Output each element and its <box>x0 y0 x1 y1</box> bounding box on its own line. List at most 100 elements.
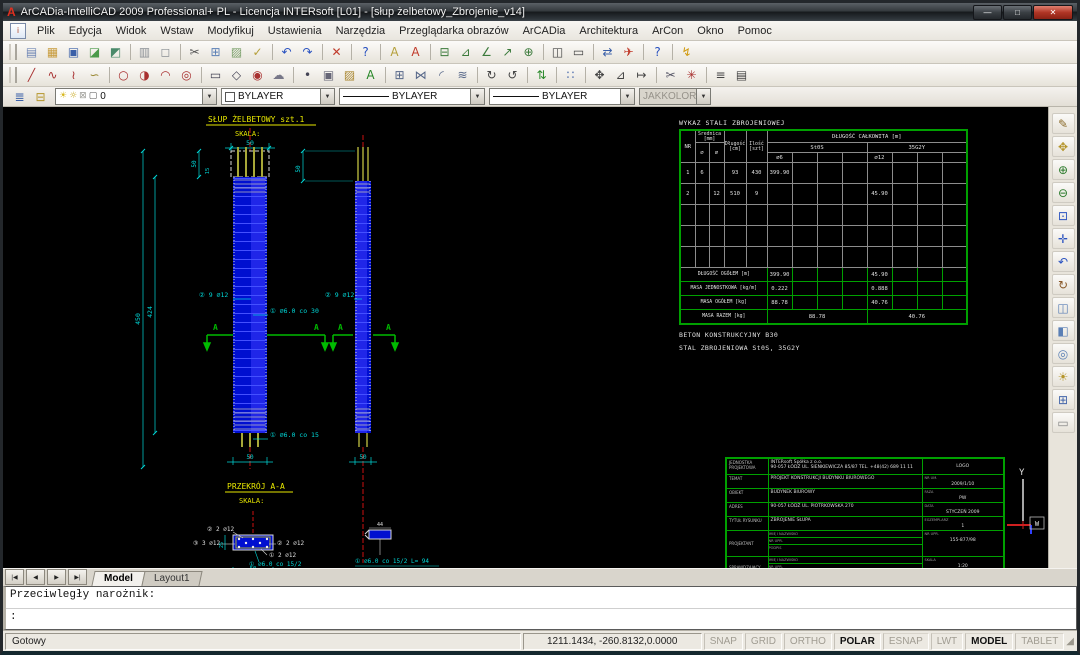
draw-arc-button[interactable]: ◠ <box>155 65 176 85</box>
pan-button[interactable]: ✛ <box>1052 228 1075 249</box>
draw-text-button[interactable]: A <box>360 65 381 85</box>
draw-spline-button[interactable]: ≀ <box>63 65 84 85</box>
toggle-tablet[interactable]: TABLET <box>1015 633 1064 650</box>
tab-prev-button[interactable]: ◀ <box>26 569 45 585</box>
menu-item[interactable]: Narzędzia <box>329 23 393 39</box>
dim-center-button[interactable]: ⊕ <box>518 42 539 62</box>
mod-explode-button[interactable]: ✳ <box>681 65 702 85</box>
export-button[interactable]: ◪ <box>84 42 105 62</box>
menu-item[interactable]: Ustawienia <box>261 23 329 39</box>
plot-button[interactable]: ▥ <box>134 42 155 62</box>
menu-item[interactable]: Przeglądarka obrazów <box>392 23 515 39</box>
undo-button[interactable]: ↶ <box>276 42 297 62</box>
properties-button[interactable]: ≡ <box>710 65 731 85</box>
erase-button[interactable]: ✕ <box>326 42 347 62</box>
document-icon[interactable]: i <box>10 23 26 39</box>
toggle-esnap[interactable]: ESNAP <box>883 633 929 650</box>
layout-tab[interactable]: Layout1 <box>141 571 202 586</box>
draw-hatch-button[interactable]: ▨ <box>339 65 360 85</box>
lineweight-combo[interactable]: BYLAYER ▼ <box>489 88 635 105</box>
dim-aligned-button[interactable]: ⊿ <box>455 42 476 62</box>
close-button[interactable]: ✕ <box>1033 5 1073 20</box>
mod-fillet-button[interactable]: ◜ <box>431 65 452 85</box>
draw-point-button[interactable]: • <box>297 65 318 85</box>
command-window[interactable]: Przeciwległy narożnik: : <box>3 586 1077 630</box>
draw-region-button[interactable]: ▣ <box>318 65 339 85</box>
mod-move-button[interactable]: ✥ <box>589 65 610 85</box>
cut-button[interactable]: ✂ <box>184 42 205 62</box>
command-input[interactable]: : <box>6 609 1076 630</box>
text-style-button[interactable]: A <box>384 42 405 62</box>
menu-item[interactable]: ArCon <box>645 23 690 39</box>
chevron-down-icon[interactable]: ▼ <box>470 89 484 104</box>
draw-circle-button[interactable]: ○ <box>113 65 134 85</box>
menu-item[interactable]: Modyfikuj <box>200 23 260 39</box>
mod-array-button[interactable]: ∷ <box>560 65 581 85</box>
menu-item[interactable]: Wstaw <box>153 23 200 39</box>
menu-item[interactable]: Widok <box>109 23 154 39</box>
mod-mirror-button[interactable]: ⋈ <box>410 65 431 85</box>
color-combo[interactable]: BYLAYER ▼ <box>221 88 335 105</box>
mod-rotate-button[interactable]: ↻ <box>481 65 502 85</box>
resize-grip-icon[interactable]: ◢ <box>1066 636 1075 647</box>
tab-first-button[interactable]: |◀ <box>5 569 24 585</box>
redline-pen-button[interactable]: ✎ <box>1052 113 1075 134</box>
mod-rotate-ref-button[interactable]: ↺ <box>502 65 523 85</box>
menu-item[interactable]: Edycja <box>62 23 109 39</box>
copy-button[interactable]: ⊞ <box>205 42 226 62</box>
chevron-down-icon[interactable]: ▼ <box>320 89 334 104</box>
layer-explorer-button[interactable]: ⊟ <box>30 87 51 107</box>
maximize-button[interactable]: □ <box>1003 5 1032 20</box>
mod-copy-button[interactable]: ⊞ <box>389 65 410 85</box>
layer-tools-button[interactable]: ▤ <box>731 65 752 85</box>
layers-dialog-button[interactable]: ≣ <box>9 87 30 107</box>
draw-circle-2p-button[interactable]: ◑ <box>134 65 155 85</box>
zoom-out-button[interactable]: ⊖ <box>1052 182 1075 203</box>
toggle-polar[interactable]: POLAR <box>834 633 881 650</box>
draw-rectangle-button[interactable]: ▭ <box>205 65 226 85</box>
help-button[interactable]: ? <box>355 42 376 62</box>
etransmit-button[interactable]: ✈ <box>618 42 639 62</box>
toolbar-grip[interactable] <box>9 44 17 60</box>
menu-item[interactable]: Architektura <box>572 23 645 39</box>
linetype-combo[interactable]: BYLAYER ▼ <box>339 88 485 105</box>
draw-donut-button[interactable]: ◉ <box>247 65 268 85</box>
draw-sketch-button[interactable]: ∽ <box>84 65 105 85</box>
dim-linear-button[interactable]: ⊟ <box>434 42 455 62</box>
menu-item[interactable]: Plik <box>30 23 62 39</box>
paste-button[interactable]: ▨ <box>226 42 247 62</box>
match-properties-button[interactable]: ✓ <box>247 42 268 62</box>
render-button[interactable]: ☀ <box>1052 366 1075 387</box>
toggle-model[interactable]: MODEL <box>965 633 1013 650</box>
draw-polyline-button[interactable]: ∿ <box>42 65 63 85</box>
save-file-button[interactable]: ▣ <box>63 42 84 62</box>
viewport-multi-button[interactable]: ▭ <box>568 42 589 62</box>
mod-offset-button[interactable]: ≋ <box>452 65 473 85</box>
context-help-button[interactable]: ? <box>647 42 668 62</box>
open-file-button[interactable]: ▦ <box>42 42 63 62</box>
toggle-snap[interactable]: SNAP <box>704 633 743 650</box>
dim-leader-button[interactable]: ↗ <box>497 42 518 62</box>
view-previous-button[interactable]: ↶ <box>1052 251 1075 272</box>
mod-align-button[interactable]: ⇅ <box>531 65 552 85</box>
print-preview-button[interactable]: ◻ <box>155 42 176 62</box>
tab-next-button[interactable]: ▶ <box>47 569 66 585</box>
draw-line-button[interactable]: ╱ <box>21 65 42 85</box>
dim-style-button[interactable]: A <box>405 42 426 62</box>
minimize-button[interactable]: — <box>973 5 1002 20</box>
draw-ellipse-button[interactable]: ◎ <box>176 65 197 85</box>
zoom-window-button[interactable]: ⊡ <box>1052 205 1075 226</box>
orbit-button[interactable]: ↻ <box>1052 274 1075 295</box>
toggle-grid[interactable]: GRID <box>745 633 782 650</box>
menu-item[interactable]: ArCADia <box>516 23 573 39</box>
coordinates-display[interactable]: 1211.1434, -260.8132,0.0000 <box>523 633 702 650</box>
new-file-button[interactable]: ▤ <box>21 42 42 62</box>
draw-polygon-button[interactable]: ◇ <box>226 65 247 85</box>
toggle-ortho[interactable]: ORTHO <box>784 633 832 650</box>
pan-hand-button[interactable]: ✥ <box>1052 136 1075 157</box>
arcadia-start-button[interactable]: ↯ <box>676 42 697 62</box>
mod-stretch-button[interactable]: ↦ <box>631 65 652 85</box>
draw-cloud-button[interactable]: ☁ <box>268 65 289 85</box>
mod-scale-button[interactable]: ⊿ <box>610 65 631 85</box>
mod-trim-button[interactable]: ✂ <box>660 65 681 85</box>
